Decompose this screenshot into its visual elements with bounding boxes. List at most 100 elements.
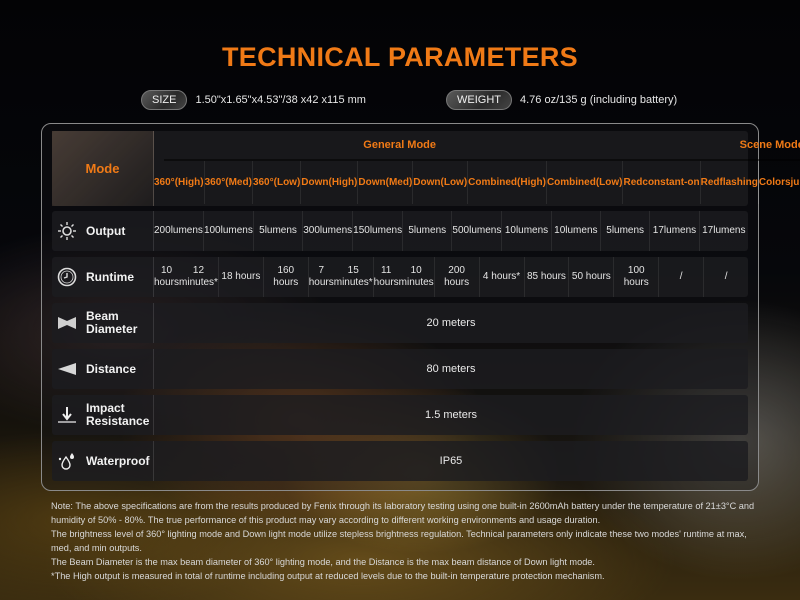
mode-groups: General Mode Scene Mode (164, 131, 800, 161)
mode-column-header-line: (Med) (385, 176, 413, 188)
mode-column-header-line: Red (700, 176, 720, 188)
mode-column-header: Combined (Low) (547, 161, 624, 204)
runtime-cell: 50 hours (569, 257, 615, 297)
output-cell: 10 lumens (502, 211, 552, 251)
runtime-cell-line: 15 minutes* (333, 265, 373, 288)
mode-column-header-line: Down (358, 176, 386, 188)
mode-header: Mode (52, 131, 154, 206)
mode-column-header-line: Colors (758, 176, 791, 188)
runtime-cell-line: 11 hours (373, 265, 399, 288)
mode-column-header-line: (High) (328, 176, 358, 188)
header-row: Mode General Mode Scene Mode 360° (High) 3… (52, 131, 800, 206)
weight-badge: WEIGHT (446, 90, 512, 110)
runtime-cell-line: 4 hours* (482, 271, 521, 282)
distance-icon (56, 358, 78, 380)
water-drops-icon (56, 450, 78, 472)
beam-diameter-label: Beam Diameter (52, 303, 154, 343)
runtime-cell-line: / (679, 271, 683, 282)
sun-icon (56, 220, 78, 242)
mode-column-header-line: (Med) (225, 176, 252, 188)
runtime-cell: 11 hours 10 minutes (374, 257, 435, 297)
output-cell: 17 lumens (700, 211, 748, 251)
distance-row: Distance 80 meters (52, 349, 748, 389)
note-4: *The High output is measured in total of… (51, 571, 605, 581)
general-mode-group: General Mode (363, 139, 437, 151)
runtime-cell-line: 7 hours (308, 265, 334, 288)
output-cell-line: 17 (652, 225, 664, 236)
runtime-values: 10 hours 12 minutes* 18 hours 160 hours 7 ho… (154, 257, 748, 297)
runtime-cell: 10 hours 12 minutes* (154, 257, 219, 297)
output-cell: 10 lumens (552, 211, 601, 251)
output-cell-line: lumens (469, 225, 502, 236)
mode-column-header-line: Down (413, 176, 441, 188)
note-2: The brightness level of 360° lighting mo… (51, 529, 747, 553)
output-cell-line: lumens (319, 225, 353, 236)
runtime-cell: / (659, 257, 705, 297)
mode-column-header-line: jumping (790, 176, 800, 188)
output-label-text: Output (86, 223, 126, 238)
beam-diameter-icon (56, 312, 78, 334)
impact-value: 1.5 meters (425, 409, 477, 421)
output-cell-line: lumens (413, 225, 447, 236)
output-cell: 500 lumens (452, 211, 503, 251)
mode-column-header: 360° (High) (154, 161, 205, 204)
mode-column-header: Colorsjumping (759, 161, 800, 204)
output-cell-line: lumens (611, 225, 645, 236)
runtime-cell: 160 hours (264, 257, 309, 297)
runtime-cell-line: 18 hours (221, 271, 261, 282)
mode-column-header: Red flashing (701, 161, 759, 204)
notes: Note: The above specifications are from … (51, 499, 761, 583)
output-cell-line: 10 (554, 225, 566, 236)
output-label: Output (52, 211, 154, 251)
output-cell-line: lumens (220, 225, 253, 236)
output-cell-line: lumens (170, 225, 203, 236)
note-1: Note: The above specifications are from … (51, 501, 755, 525)
runtime-label: Runtime (52, 257, 154, 297)
mode-column-header-line: flashing (719, 176, 758, 188)
output-cell: 100 lumens (204, 211, 254, 251)
runtime-cell: 200 hours (435, 257, 480, 297)
mode-columns: General Mode Scene Mode 360° (High) 360° (M… (154, 131, 800, 206)
clock-icon (56, 266, 78, 288)
distance-label: Distance (52, 349, 154, 389)
runtime-cell-line: 160 hours (273, 265, 299, 288)
output-cell-line: 300 (303, 225, 320, 236)
mode-column-header-line: Combined (468, 176, 518, 188)
runtime-cell-line: / (724, 271, 728, 282)
size-badge: SIZE (141, 90, 188, 110)
mode-column-header: Down (Low) (413, 161, 469, 204)
note-3: The Beam Diameter is the max beam diamet… (51, 557, 595, 567)
scene-mode-group: Scene Mode (739, 139, 800, 151)
mode-column-header-line: (Low) (595, 176, 623, 188)
runtime-cell-line: 10 minutes (398, 265, 434, 288)
waterproof-row: Waterproof IP65 (52, 441, 748, 481)
waterproof-label: Waterproof (52, 441, 154, 481)
output-cell: 200 lumens (154, 211, 204, 251)
output-row: Output 200 lumens 100 lumens 5 lumens 300 lumen… (52, 211, 748, 251)
page-title: TECHNICAL PARAMETERS (221, 42, 578, 72)
mode-column-header-line: constant- (642, 176, 688, 188)
runtime-cell-line: 12 minutes* (179, 265, 218, 288)
weight-spec: WEIGHT 4.76 oz/135 g (including battery) (446, 90, 677, 110)
mode-column-header-line: Red (623, 176, 643, 188)
mode-column-header-line: Down (301, 176, 329, 188)
output-cell: 17 lumens (650, 211, 700, 251)
output-values: 200 lumens 100 lumens 5 lumens 300 lumens 150 lum… (154, 211, 748, 251)
output-cell: 150 lumens (353, 211, 404, 251)
output-cell: 5 lumens (254, 211, 304, 251)
output-cell-line: lumens (264, 225, 297, 236)
mode-column-header: Down (Med) (358, 161, 414, 204)
mode-column-header-line: (High) (174, 176, 204, 188)
size-spec: SIZE 1.50"x1.65"x4.53"/38 x42 x115 mm (141, 90, 366, 110)
runtime-cell-line: 200 hours (444, 265, 470, 288)
size-value: 1.50"x1.65"x4.53"/38 x42 x115 mm (195, 94, 366, 106)
output-cell-line: lumens (515, 225, 549, 236)
impact-label: Impact Resistance (52, 395, 154, 435)
mode-column-header: Down (High) (301, 161, 359, 204)
runtime-cell: / (704, 257, 748, 297)
beam-diameter-value: 20 meters (426, 317, 476, 329)
mode-column-header-line: (High) (517, 176, 546, 188)
runtime-cell-line: 100 hours (623, 265, 649, 288)
weight-value: 4.76 oz/135 g (including battery) (520, 94, 678, 106)
impact-row: Impact Resistance 1.5 meters (52, 395, 748, 435)
